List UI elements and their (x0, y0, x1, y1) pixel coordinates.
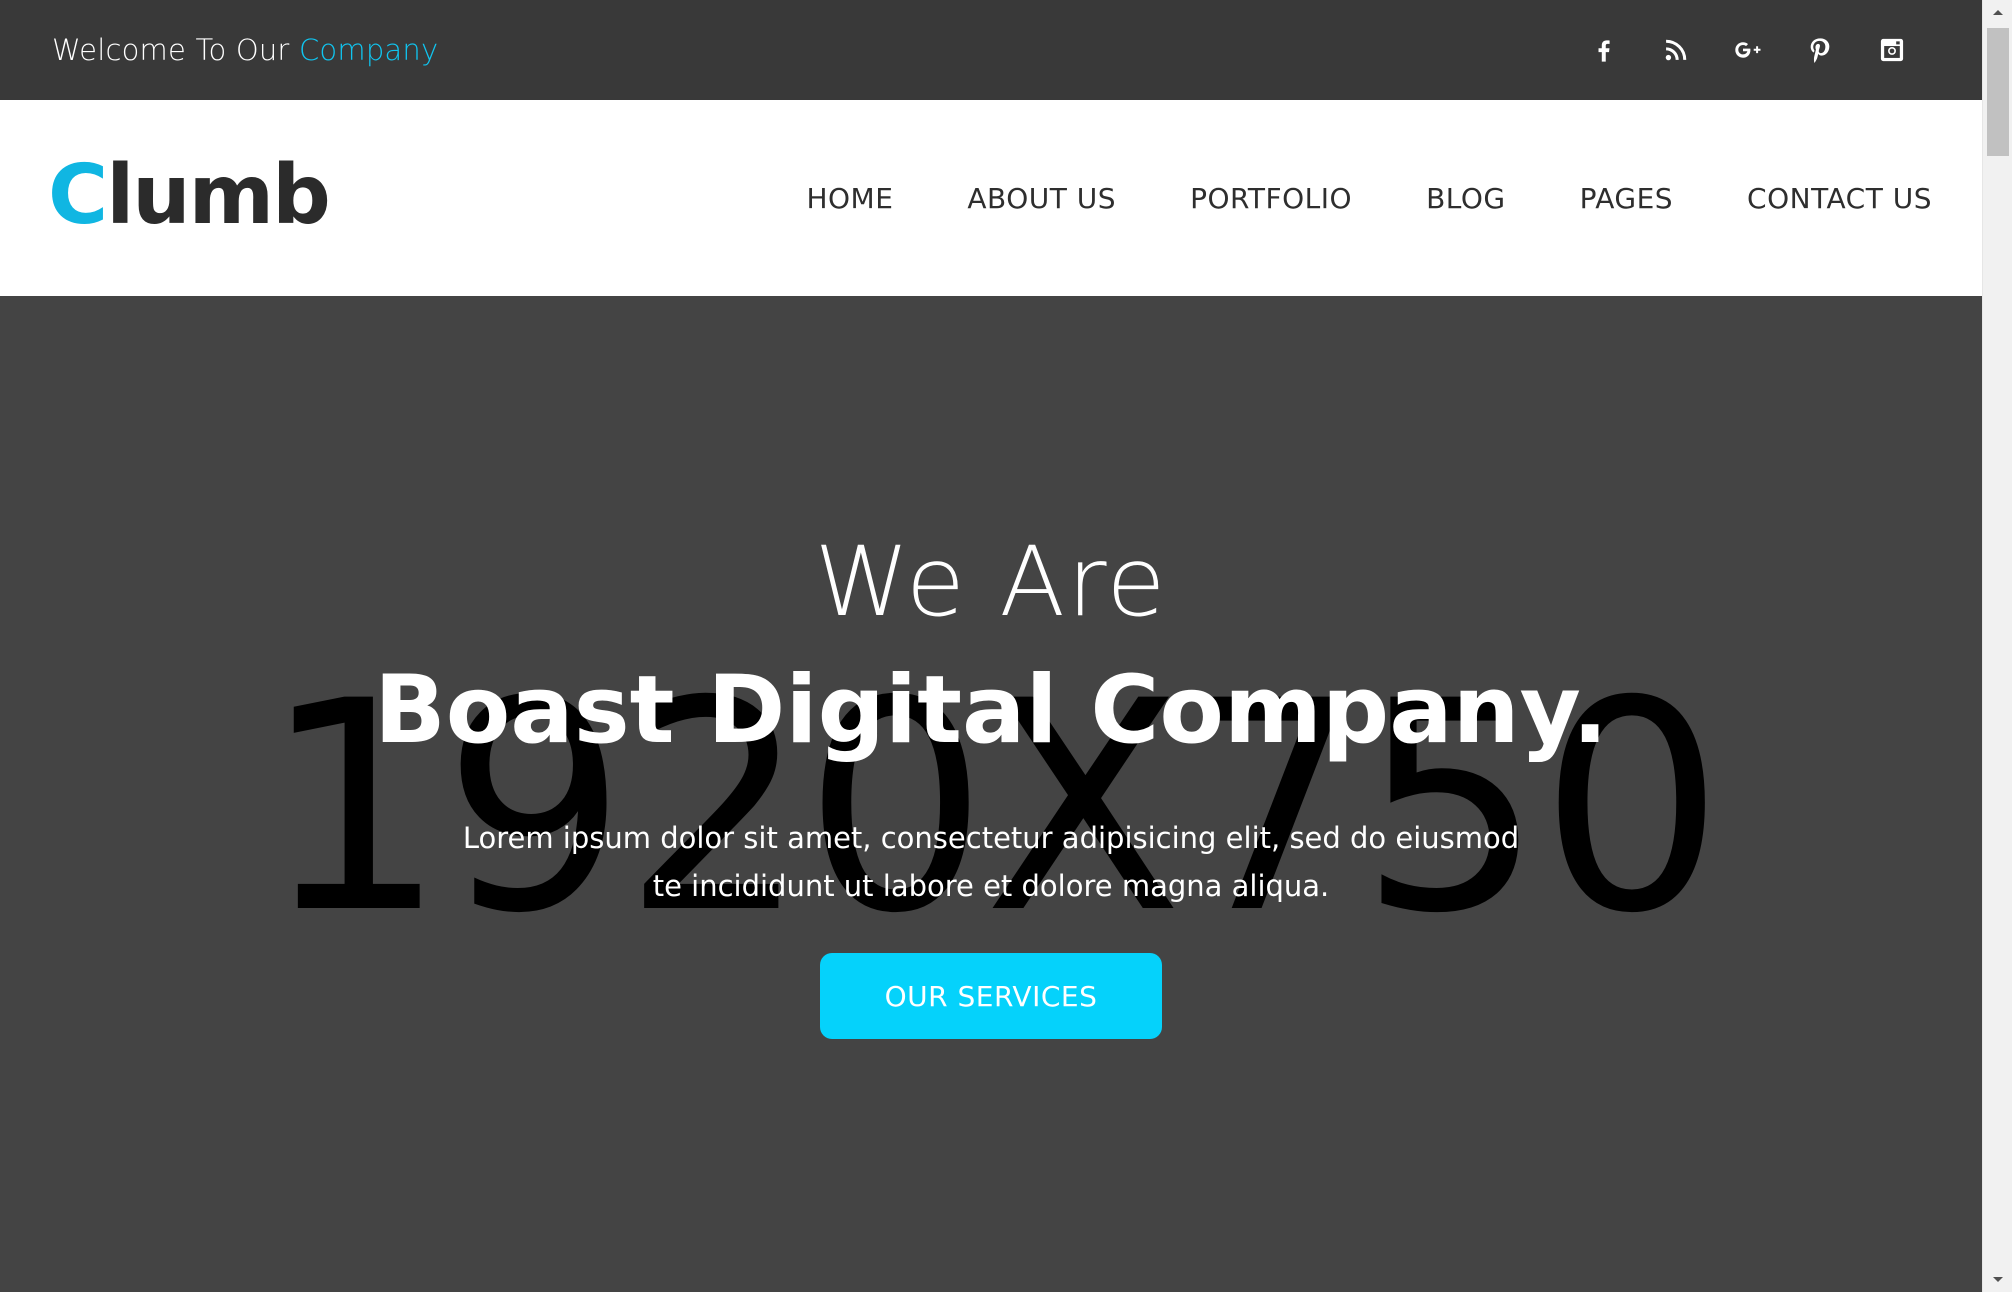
nav-blog[interactable]: BLOG (1426, 182, 1506, 215)
social-links (1590, 36, 1906, 64)
hero-description-line-1: Lorem ipsum dolor sit amet, consectetur … (462, 821, 1520, 855)
hero-title-light: We Are (814, 526, 1168, 638)
scroll-up-arrow-icon[interactable] (1983, 0, 2012, 24)
site-header: Clumb HOME ABOUT US PORTFOLIO BLOG PAGES… (0, 100, 1982, 296)
hero-banner: 1920X750 We Are Boast Digital Company. L… (0, 296, 1982, 1292)
welcome-prefix: Welcome To Our (52, 33, 290, 67)
page: Welcome To Our Company Clumb HOME ABOUT … (0, 0, 2012, 1292)
scroll-thumb[interactable] (1987, 28, 2009, 156)
welcome-accent: Company (298, 33, 439, 67)
nav-pages[interactable]: PAGES (1580, 182, 1673, 215)
top-bar: Welcome To Our Company (0, 0, 1982, 100)
hero-title-bold: Boast Digital Company. (374, 656, 1608, 765)
rss-icon[interactable] (1662, 36, 1690, 64)
nav-contact-us[interactable]: CONTACT US (1747, 182, 1932, 215)
nav-portfolio[interactable]: PORTFOLIO (1190, 182, 1352, 215)
hero-description-line-2: te incididunt ut labore et dolore magna … (652, 869, 1330, 903)
pinterest-icon[interactable] (1806, 36, 1834, 64)
hero-description: Lorem ipsum dolor sit amet, consectetur … (0, 814, 1982, 910)
main-nav: HOME ABOUT US PORTFOLIO BLOG PAGES CONTA… (806, 182, 1932, 215)
site-logo[interactable]: Clumb (48, 155, 331, 237)
vertical-scrollbar[interactable] (1982, 0, 2012, 1292)
logo-first-letter: C (48, 148, 108, 243)
google-plus-icon[interactable] (1734, 36, 1762, 64)
nav-about-us[interactable]: ABOUT US (967, 182, 1116, 215)
welcome-text: Welcome To Our Company (52, 33, 438, 67)
scroll-down-arrow-icon[interactable] (1983, 1268, 2012, 1292)
logo-rest: lumb (106, 148, 331, 243)
our-services-button[interactable]: OUR SERVICES (820, 953, 1162, 1039)
nav-home[interactable]: HOME (806, 182, 893, 215)
facebook-icon[interactable] (1590, 36, 1618, 64)
instagram-icon[interactable] (1878, 36, 1906, 64)
